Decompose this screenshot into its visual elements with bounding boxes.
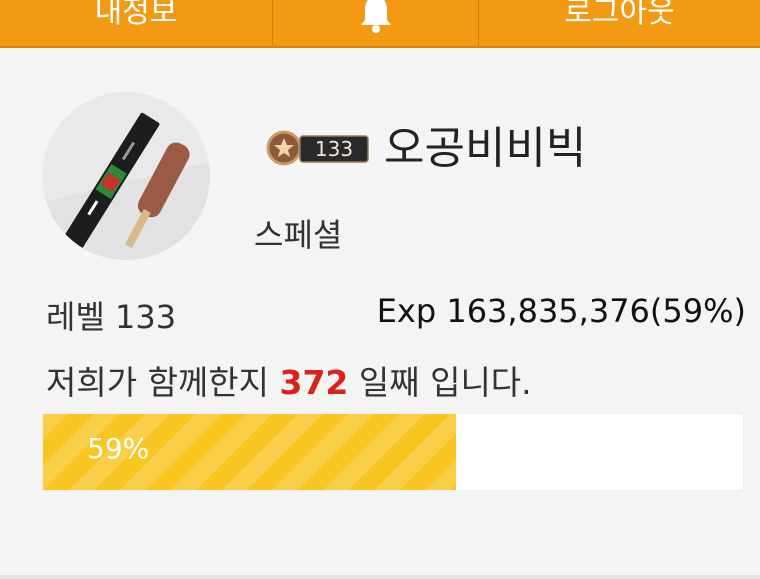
notifications-tab[interactable] <box>273 0 479 46</box>
level-badge: 133 <box>262 124 374 172</box>
exp-progress-label: 59% <box>87 432 150 465</box>
divider <box>0 575 760 579</box>
logout-label: 로그아웃 <box>564 0 675 30</box>
level-badge-number: 133 <box>315 137 353 161</box>
my-info-tab[interactable]: 내정보 <box>0 0 273 46</box>
level-text: 레벨 133 <box>46 298 177 336</box>
nickname: 오공비비빅 <box>384 123 587 174</box>
logout-tab[interactable]: 로그아웃 <box>479 0 760 46</box>
days-suffix: 일째 입니다. <box>348 363 532 402</box>
exp-text: Exp 163,835,376(59%) <box>376 292 746 330</box>
exp-progress-bar: 59% <box>42 413 744 491</box>
days-prefix: 저희가 함께한지 <box>46 363 280 402</box>
member-grade: 스페셜 <box>254 216 343 254</box>
days-count: 372 <box>279 363 349 402</box>
my-info-label: 내정보 <box>94 0 178 30</box>
top-navigation-bar: 내정보 로그아웃 <box>0 0 760 48</box>
bell-icon <box>356 0 396 46</box>
membership-days-text: 저희가 함께한지 372 일째 입니다. <box>46 356 532 404</box>
avatar <box>42 92 210 260</box>
